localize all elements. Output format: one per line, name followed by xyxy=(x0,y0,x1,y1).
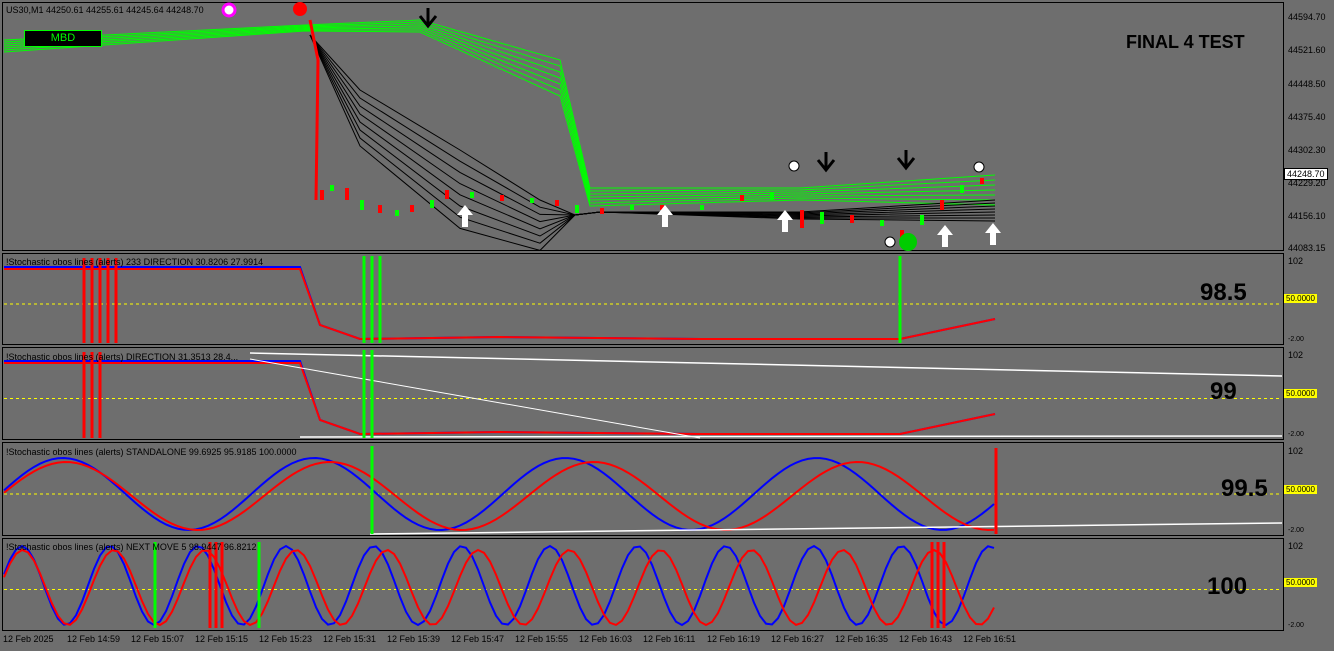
price-candle xyxy=(330,185,334,191)
price-candle xyxy=(800,210,804,228)
price-candle xyxy=(410,205,414,212)
indicator-4-level-tag: 50.0000 xyxy=(1284,578,1317,587)
indicator-4-value: 100 xyxy=(1207,573,1248,600)
price-candle xyxy=(600,208,604,214)
indicator-4-top: 102 xyxy=(1288,541,1304,551)
stoch-line xyxy=(4,360,996,436)
price-candle xyxy=(360,200,364,210)
price-tick: 44156.10 xyxy=(1288,211,1326,221)
indicator-3-bottom: -2.00 xyxy=(1288,527,1304,534)
time-tick: 12 Feb 15:23 xyxy=(259,634,313,644)
stoch-line xyxy=(3,548,995,627)
green-signal-dot xyxy=(899,233,917,251)
price-candle xyxy=(630,205,634,210)
price-candle xyxy=(700,205,704,210)
price-candle xyxy=(880,220,884,226)
price-candle xyxy=(940,200,944,210)
price-candle xyxy=(500,195,504,201)
price-candle xyxy=(820,212,824,224)
trend-line xyxy=(249,352,1283,377)
price-tick: 44375.40 xyxy=(1288,112,1326,122)
time-tick: 12 Feb 15:31 xyxy=(323,634,377,644)
green-ma-line xyxy=(3,30,996,207)
indicator-4-title: !Stochastic obos lines (alerts) NEXT MOV… xyxy=(6,542,257,552)
indicator-3-title: !Stochastic obos lines (alerts) STANDALO… xyxy=(6,447,297,457)
indicator-2-title: !Stochastic obos lines (alerts) DIRECTIO… xyxy=(6,352,239,362)
down-arrow-icon xyxy=(816,152,836,173)
price-candle xyxy=(430,200,434,208)
mbd-label: MBD xyxy=(24,30,102,47)
price-candle xyxy=(320,190,324,200)
price-tick: 44448.50 xyxy=(1288,79,1326,89)
time-tick: 12 Feb 16:35 xyxy=(835,634,889,644)
price-tick: 44521.60 xyxy=(1288,45,1326,55)
time-tick: 12 Feb 16:03 xyxy=(579,634,633,644)
price-candle xyxy=(980,178,984,184)
indicator-4-bottom: -2.00 xyxy=(1288,622,1304,629)
price-candle xyxy=(740,195,744,201)
price-candle xyxy=(395,210,399,216)
chart-drawing xyxy=(3,2,1283,628)
indicator-3-top: 102 xyxy=(1288,446,1304,456)
indicator-2-value: 99 xyxy=(1210,378,1237,405)
indicator-3-value: 99.5 xyxy=(1221,475,1268,502)
green-ma-line xyxy=(3,19,996,189)
indicator-3-level-tag: 50.0000 xyxy=(1284,485,1317,494)
green-ma-line xyxy=(3,21,996,192)
price-candle xyxy=(850,215,854,223)
green-ma-line xyxy=(3,23,996,195)
price-candle xyxy=(575,205,579,213)
indicator-1-level-tag: 50.0000 xyxy=(1284,294,1317,303)
indicator-2-top: 102 xyxy=(1288,350,1304,360)
indicator-1-top: 102 xyxy=(1288,256,1304,266)
indicator-2-bottom: -2.00 xyxy=(1288,431,1304,438)
trend-line xyxy=(299,435,1283,438)
price-candle xyxy=(470,192,474,198)
price-candle xyxy=(770,192,774,200)
down-arrow-icon xyxy=(896,150,916,171)
price-candle xyxy=(530,198,534,203)
current-price-tag: 44248.70 xyxy=(1284,168,1328,180)
signal-dot xyxy=(884,236,896,248)
time-tick: 12 Feb 16:51 xyxy=(963,634,1017,644)
price-tick: 44594.70 xyxy=(1288,12,1326,22)
price-candle xyxy=(445,190,449,199)
time-tick: 12 Feb 14:59 xyxy=(67,634,121,644)
indicator-1-title: !Stochastic obos lines (alerts) 233 DIRE… xyxy=(6,257,264,267)
indicator-2-level-tag: 50.0000 xyxy=(1284,389,1317,398)
price-candle xyxy=(960,185,964,193)
time-tick: 12 Feb 16:19 xyxy=(707,634,761,644)
price-candle xyxy=(345,188,349,200)
price-candle xyxy=(920,215,924,225)
stoch-line xyxy=(3,544,995,627)
time-tick: 12 Feb 15:47 xyxy=(451,634,505,644)
red-signal-dot xyxy=(293,2,307,16)
signal-dot xyxy=(973,161,985,173)
price-tick: 44083.15 xyxy=(1288,243,1326,253)
up-arrow-icon xyxy=(985,223,1001,245)
up-arrow-icon xyxy=(657,205,673,227)
magenta-signal-dot xyxy=(221,2,237,18)
indicator-1-bottom: -2.00 xyxy=(1288,336,1304,343)
time-tick: 12 Feb 15:39 xyxy=(387,634,441,644)
time-tick: 12 Feb 15:55 xyxy=(515,634,569,644)
price-candle xyxy=(378,205,382,213)
up-arrow-icon xyxy=(457,205,473,227)
indicator-1-value: 98.5 xyxy=(1200,279,1247,306)
stoch-line xyxy=(4,266,996,341)
trend-line xyxy=(369,522,1283,535)
price-axis[interactable] xyxy=(1284,0,1334,651)
spike-candle xyxy=(308,19,320,201)
time-tick: 12 Feb 2025 xyxy=(3,634,54,644)
down-arrow-icon xyxy=(418,8,438,29)
price-candle xyxy=(555,200,559,206)
time-tick: 12 Feb 16:27 xyxy=(771,634,825,644)
time-tick: 12 Feb 16:11 xyxy=(643,634,696,644)
time-tick: 12 Feb 16:43 xyxy=(899,634,953,644)
up-arrow-icon xyxy=(937,225,953,247)
time-tick: 12 Feb 15:07 xyxy=(131,634,185,644)
time-tick: 12 Feb 15:15 xyxy=(195,634,249,644)
signal-dot xyxy=(788,160,800,172)
price-tick: 44302.30 xyxy=(1288,145,1326,155)
